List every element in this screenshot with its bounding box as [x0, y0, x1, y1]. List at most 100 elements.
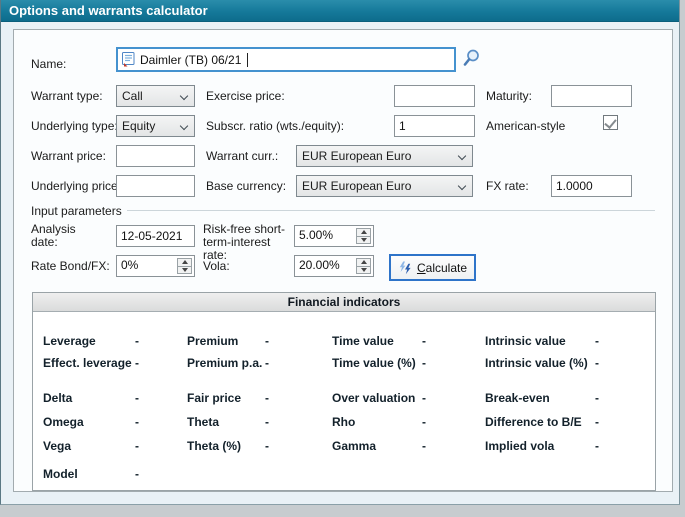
indicator-label: Time value: [332, 334, 394, 348]
warrant-price-input[interactable]: [116, 145, 195, 167]
fx-rate-input[interactable]: [551, 175, 632, 197]
indicator-label: Intrinsic value: [485, 334, 566, 348]
spin-down-button[interactable]: [357, 237, 370, 244]
american-style-label: American-style: [486, 119, 565, 133]
indicator-label: Intrinsic value (%): [485, 356, 588, 370]
indicator-label: Rho: [332, 415, 355, 429]
indicator-value: -: [422, 334, 426, 348]
indicator-value: -: [595, 334, 599, 348]
subscr-ratio-label: Subscr. ratio (wts./equity):: [206, 119, 344, 133]
document-list-icon: [122, 52, 135, 67]
exercise-price-input[interactable]: [394, 85, 475, 107]
indicator-label: Leverage: [43, 334, 96, 348]
indicator-value: -: [595, 439, 599, 453]
form-panel: Name: Daimler (TB) 06/21 War: [13, 29, 673, 492]
indicator-value: -: [135, 439, 139, 453]
base-currency-select[interactable]: EUR European Euro: [296, 175, 473, 197]
spin-down-button[interactable]: [178, 267, 191, 274]
warrant-curr-value: EUR European Euro: [302, 149, 411, 163]
arrow-up-icon: [361, 260, 367, 264]
indicator-label: Break-even: [485, 391, 550, 405]
base-currency-label: Base currency:: [206, 179, 286, 193]
indicator-value: -: [135, 391, 139, 405]
calculate-button[interactable]: Calculate: [389, 254, 476, 281]
magnifier-icon: [461, 48, 481, 68]
spin-up-button[interactable]: [178, 259, 191, 267]
spin-up-button[interactable]: [357, 229, 370, 237]
rate-bond-fx-spinner[interactable]: 0%: [116, 255, 195, 277]
warrant-price-label: Warrant price:: [31, 149, 106, 163]
warrant-type-select[interactable]: Call: [116, 85, 195, 107]
fx-rate-label: FX rate:: [486, 179, 529, 193]
arrow-down-icon: [361, 238, 367, 242]
spin-down-button[interactable]: [357, 267, 370, 274]
exercise-price-label: Exercise price:: [206, 89, 285, 103]
calculate-label: Calculate: [417, 261, 467, 275]
indicator-label: Effect. leverage: [43, 356, 132, 370]
spinner-buttons: [356, 258, 371, 274]
indicator-value: -: [265, 415, 269, 429]
analysis-date-label: Analysis date:: [31, 223, 93, 249]
indicator-label: Theta: [187, 415, 219, 429]
indicator-value: -: [265, 334, 269, 348]
indicator-value: -: [135, 467, 139, 481]
lightning-refresh-icon: [398, 261, 412, 275]
risk-free-rate-label: Risk-free short-term-interest rate:: [203, 223, 297, 262]
warrant-curr-select[interactable]: EUR European Euro: [296, 145, 473, 167]
financial-indicators-body: Leverage-Premium-Time value-Intrinsic va…: [33, 312, 655, 490]
window-title: Options and warrants calculator: [1, 0, 679, 22]
indicator-value: -: [422, 439, 426, 453]
indicator-value: -: [265, 391, 269, 405]
vola-value: 20.00%: [299, 258, 340, 272]
arrow-up-icon: [182, 260, 188, 264]
chevron-down-icon: [180, 122, 188, 130]
input-parameters-section-label: Input parameters: [31, 204, 122, 218]
analysis-date-input[interactable]: [116, 225, 195, 247]
warrant-type-label: Warrant type:: [31, 89, 103, 103]
maturity-label: Maturity:: [486, 89, 532, 103]
chevron-down-icon: [180, 92, 188, 100]
chevron-down-icon: [458, 182, 466, 190]
indicator-value: -: [265, 439, 269, 453]
underlying-type-select[interactable]: Equity: [116, 115, 195, 137]
indicator-label: Fair price: [187, 391, 241, 405]
spinner-buttons: [177, 258, 192, 274]
vola-spinner[interactable]: 20.00%: [294, 255, 374, 277]
indicator-value: -: [595, 391, 599, 405]
indicator-label: Implied vola: [485, 439, 554, 453]
arrow-down-icon: [182, 268, 188, 272]
warrant-type-value: Call: [122, 89, 143, 103]
indicator-label: Model: [43, 467, 78, 481]
indicator-value: -: [422, 391, 426, 405]
risk-free-rate-spinner[interactable]: 5.00%: [294, 225, 374, 247]
indicator-label: Premium: [187, 334, 238, 348]
indicator-value: -: [595, 356, 599, 370]
indicator-label: Omega: [43, 415, 84, 429]
spin-up-button[interactable]: [357, 259, 370, 267]
rate-bond-fx-label: Rate Bond/FX:: [31, 259, 110, 273]
subscr-ratio-input[interactable]: [394, 115, 475, 137]
name-input[interactable]: Daimler (TB) 06/21: [116, 47, 456, 72]
indicator-label: Delta: [43, 391, 72, 405]
indicator-value: -: [135, 356, 139, 370]
financial-indicators-header: Financial indicators: [33, 293, 655, 312]
spinner-buttons: [356, 228, 371, 244]
underlying-type-label: Underlying type:: [31, 119, 118, 133]
underlying-price-input[interactable]: [116, 175, 195, 197]
text-cursor: [247, 53, 248, 67]
financial-indicators-panel: Financial indicators Leverage - Premium - Ti…: [32, 292, 656, 491]
indicator-label: Premium p.a.: [187, 356, 262, 370]
indicator-label: Theta (%): [187, 439, 241, 453]
search-button[interactable]: [460, 48, 482, 70]
chevron-down-icon: [458, 152, 466, 160]
screen-background: Options and warrants calculator Name: Da…: [0, 0, 685, 517]
risk-free-rate-value: 5.00%: [299, 228, 333, 242]
maturity-input[interactable]: [551, 85, 632, 107]
indicator-value: -: [595, 415, 599, 429]
indicator-label: Difference to B/E: [485, 415, 582, 429]
indicator-value: -: [422, 415, 426, 429]
section-divider: [127, 210, 655, 211]
options-warrants-calculator-window: Options and warrants calculator Name: Da…: [0, 0, 680, 505]
rate-bond-fx-value: 0%: [121, 258, 138, 272]
american-style-checkbox[interactable]: [603, 115, 618, 130]
